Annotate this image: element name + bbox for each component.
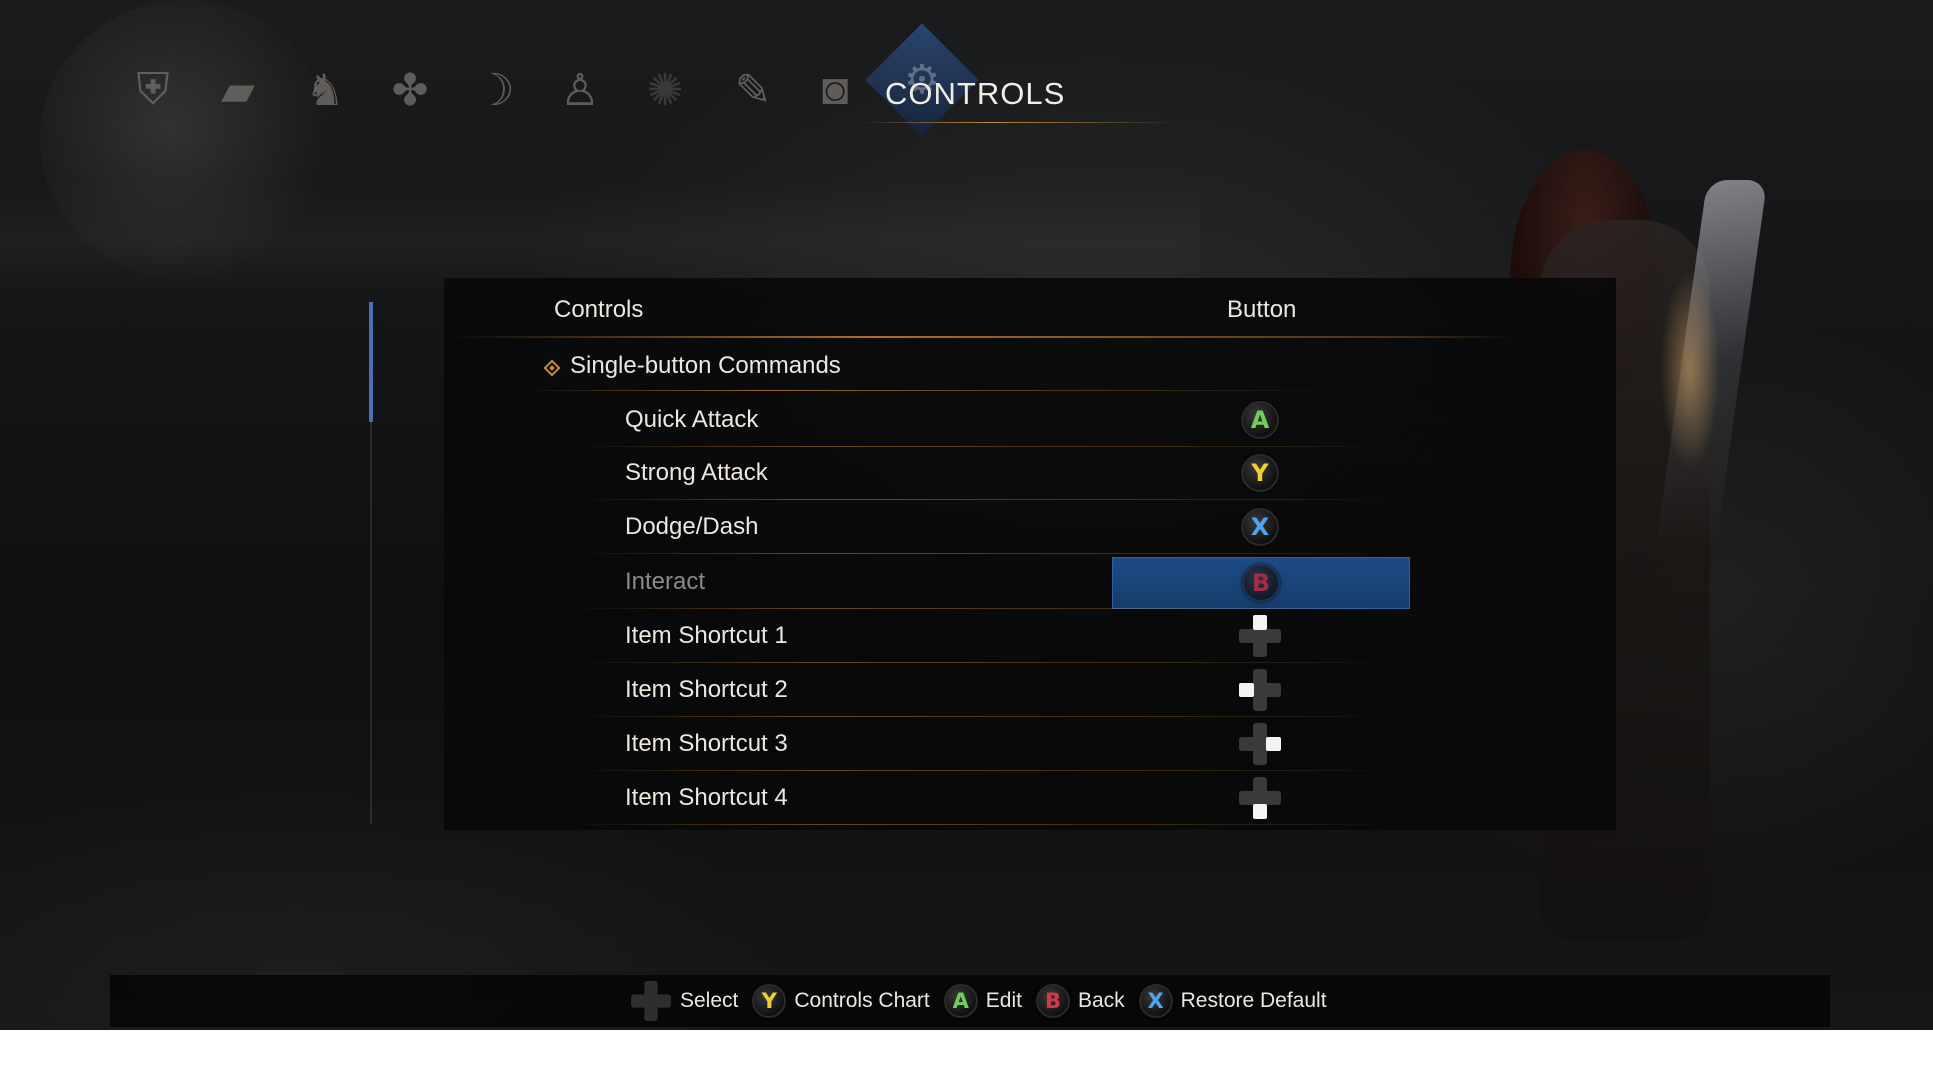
- category-label: Single-button Commands: [570, 352, 841, 379]
- x-button-icon: X: [1138, 984, 1173, 1018]
- row-divider: [570, 553, 1390, 554]
- table-row[interactable]: Item Shortcut 2: [570, 663, 1470, 717]
- table-row[interactable]: Quick Attack A: [570, 393, 1470, 447]
- dpad-right-icon: [1239, 723, 1281, 765]
- b-button-icon: B: [1242, 564, 1280, 602]
- y-button-icon: Y: [1241, 454, 1279, 492]
- hint-label: Edit: [985, 989, 1022, 1012]
- button-cell[interactable]: Y: [1112, 448, 1408, 498]
- amulet-icon[interactable]: ✤: [375, 55, 445, 125]
- row-label: Strong Attack: [625, 459, 768, 486]
- character-icon[interactable]: ♙: [545, 55, 615, 125]
- hint-label: Select: [680, 989, 739, 1012]
- top-menu-tabs: ⛨ ▰ ♞ ✤ ☽ ♙ ✺ ✎ ◙ ⚙ CONTROLS: [0, 0, 1933, 160]
- button-cell[interactable]: X: [1112, 502, 1408, 552]
- row-label: Quick Attack: [625, 406, 759, 433]
- page-title: CONTROLS: [885, 76, 1066, 111]
- column-header-button: Button: [1227, 296, 1297, 323]
- dpad-left-icon: [1239, 669, 1281, 711]
- column-header-controls: Controls: [554, 296, 644, 323]
- dpad-icon: [631, 981, 671, 1021]
- row-divider: [570, 824, 1390, 825]
- b-button-icon: B: [1035, 984, 1070, 1018]
- button-cell[interactable]: [1112, 611, 1408, 661]
- a-button-icon: A: [943, 984, 978, 1018]
- x-button-icon: X: [1241, 508, 1279, 546]
- bow-icon[interactable]: ☽: [460, 55, 530, 125]
- hint-controls-chart[interactable]: Y Controls Chart: [752, 984, 930, 1018]
- button-hints: Select Y Controls Chart A Edit B Back X …: [630, 977, 1341, 1025]
- row-label: Interact: [625, 568, 706, 595]
- dpad-down-icon: [1239, 777, 1281, 819]
- dpad-up-icon: [1239, 615, 1281, 657]
- camera-icon[interactable]: ◙: [800, 55, 870, 125]
- helmet-icon[interactable]: ⛨: [118, 55, 188, 125]
- table-row[interactable]: Item Shortcut 3: [570, 717, 1470, 771]
- beast-icon[interactable]: ♞: [290, 55, 360, 125]
- scroll-icon[interactable]: ▰: [203, 55, 273, 125]
- table-row[interactable]: Item Shortcut 4: [570, 771, 1470, 825]
- diamond-icon: [543, 359, 561, 377]
- scrollbar-thumb[interactable]: [369, 302, 373, 422]
- hint-restore-default[interactable]: X Restore Default: [1138, 984, 1327, 1018]
- title-underline: [860, 122, 1180, 123]
- y-button-icon: Y: [752, 984, 787, 1018]
- row-label: Item Shortcut 4: [625, 784, 788, 811]
- a-button-icon: A: [1241, 401, 1279, 439]
- table-row[interactable]: Dodge/Dash X: [570, 500, 1470, 554]
- category-divider: [520, 390, 1340, 391]
- header-divider: [444, 336, 1514, 338]
- button-cell[interactable]: [1112, 773, 1408, 823]
- row-label: Item Shortcut 3: [625, 730, 788, 757]
- brush-icon[interactable]: ✎: [718, 55, 788, 125]
- button-cell[interactable]: [1112, 665, 1408, 715]
- button-cell[interactable]: [1112, 719, 1408, 769]
- hint-label: Controls Chart: [794, 989, 930, 1012]
- table-row[interactable]: Item Shortcut 1: [570, 609, 1470, 663]
- hint-label: Back: [1077, 989, 1125, 1012]
- hint-label: Restore Default: [1180, 989, 1327, 1012]
- row-label: Item Shortcut 2: [625, 676, 788, 703]
- table-row-selected[interactable]: Interact B: [570, 555, 1470, 609]
- table-row[interactable]: Strong Attack Y: [570, 446, 1470, 500]
- dragon-icon[interactable]: ✺: [630, 55, 700, 125]
- hint-select[interactable]: Select: [630, 980, 738, 1022]
- button-cell-selected[interactable]: B: [1112, 557, 1410, 609]
- row-label: Item Shortcut 1: [625, 622, 788, 649]
- button-cell[interactable]: A: [1112, 395, 1408, 445]
- category-row[interactable]: Single-button Commands: [543, 344, 841, 388]
- row-label: Dodge/Dash: [625, 513, 759, 540]
- hint-edit[interactable]: A Edit: [943, 984, 1022, 1018]
- game-screen: ⛨ ▰ ♞ ✤ ☽ ♙ ✺ ✎ ◙ ⚙ CONTROLS Controls Bu…: [0, 0, 1933, 1030]
- hint-back[interactable]: B Back: [1035, 984, 1125, 1018]
- weapon-glow: [1660, 270, 1720, 470]
